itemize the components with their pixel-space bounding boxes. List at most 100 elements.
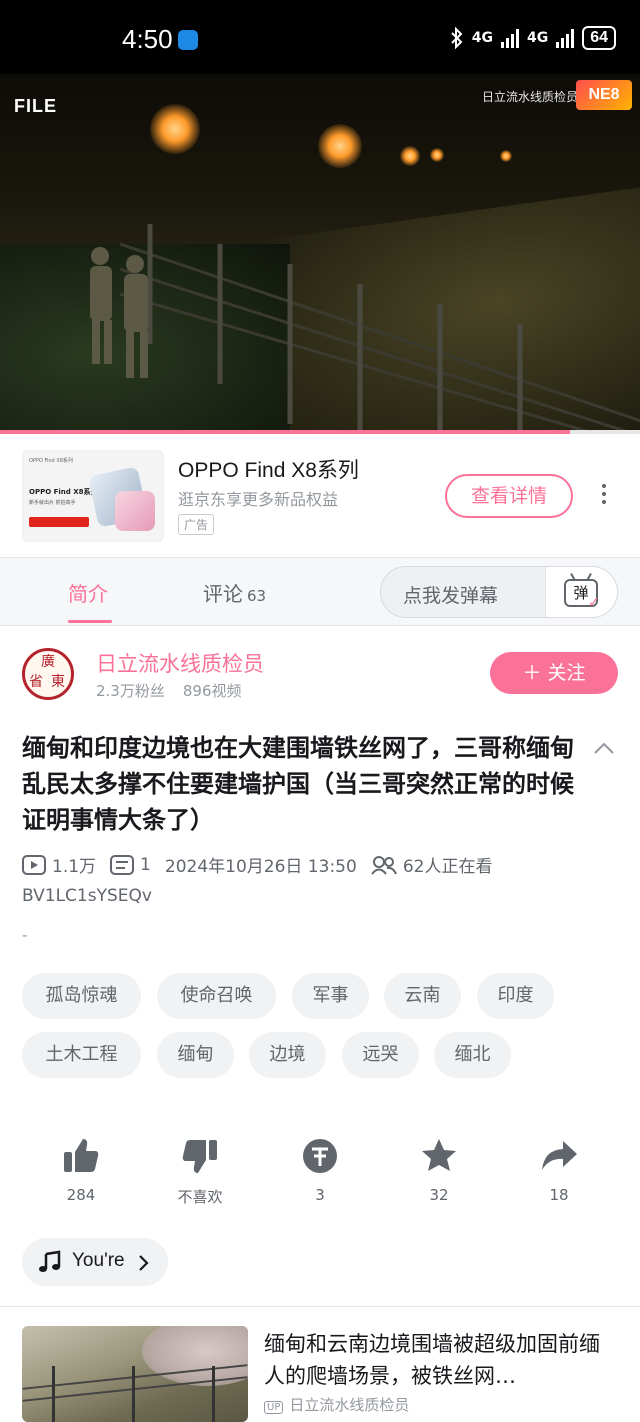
tag-pill[interactable]: 缅甸 [157,1032,234,1078]
thumbs-down-icon [182,1140,217,1173]
ad-subtitle: 逛京东享更多新品权益 [178,490,339,509]
favorite-count: 32 [429,1186,449,1204]
favorite-button[interactable]: 32 [379,1136,499,1204]
check-icon: ✓ [588,595,600,611]
tab-bar: 简介 评论 63 点我发弹幕 弹 ✓ [0,558,640,626]
follow-button[interactable]: ＋ 关注 [490,652,618,694]
tag-pill[interactable]: 远哭 [342,1032,419,1078]
ad-tag: 广告 [178,514,215,535]
tag-pill[interactable]: 缅北 [434,1032,511,1078]
video-scene-light [400,146,420,166]
bluetooth-icon [451,27,463,49]
battery-indicator: 64 [582,26,616,50]
ad-phone-image [115,491,155,531]
share-icon [542,1141,577,1170]
avatar-char: 東 [51,674,65,690]
network-type-1: 4G [471,30,493,46]
thumbs-up-icon [64,1139,99,1172]
tab-comments-label: 评论 [203,582,243,606]
section-divider [0,1306,640,1307]
recommended-video[interactable]: 缅甸和云南边境围墙被超级加固前缅人的爬墙场景，被铁丝网… UP 日立流水线质检员 [0,1318,640,1422]
network-type-2: 4G [526,30,549,46]
fans-count: 2.3万粉丝 [96,682,165,700]
danmu-input[interactable]: 点我发弹幕 弹 ✓ [380,566,618,618]
watching-count: 62人正在看 [402,857,493,877]
tag-pill[interactable]: 孤岛惊魂 [22,973,141,1019]
status-bar: 4:50 4G 4G 64 [0,0,640,74]
music-title: You're [72,1250,125,1271]
publish-date: 2024年10月26日 13:50 [164,857,357,877]
tag-pill[interactable]: 土木工程 [22,1032,141,1078]
coin-button[interactable]: 3 [260,1136,380,1204]
dislike-label: 不喜欢 [177,1188,223,1206]
video-title: 缅甸和印度边境也在大建围墙铁丝网了，三哥称缅甸乱民太多撑不住要建墙护国（当三哥突… [22,734,574,834]
app-notification-icon [178,30,198,50]
video-meta: 1.1万 1 2024年10月26日 13:50 62人正在看 [22,852,622,877]
ad-thumb-sub: 新手就出片 抓拍高手 [29,500,76,506]
music-chip[interactable]: You're [22,1238,168,1286]
author-name[interactable]: 日立流水线质检员 [96,648,264,678]
coin-count: 3 [315,1186,325,1204]
comments-count: 63 [247,587,267,605]
bvid: BV1LC1sYSEQv [22,886,152,906]
star-icon [422,1139,456,1171]
video-watermark: 日立流水线质检员 [481,90,578,104]
recommended-title[interactable]: 缅甸和云南边境围墙被超级加固前缅人的爬墙场景，被铁丝网… [264,1328,616,1392]
video-scene-light [500,150,512,162]
like-count: 284 [66,1186,96,1204]
video-count: 896视频 [182,682,242,700]
view-count: 1.1万 [52,857,97,877]
thumb-fence-post [132,1366,135,1422]
author-row: 廣 省 東 日立流水线质检员 2.3万粉丝 896视频 ＋ 关注 [0,626,640,722]
danmaku-count: 1 [140,854,151,875]
channel-logo: NE8 [576,80,632,110]
tag-pill[interactable]: 使命召唤 [157,973,276,1019]
like-button[interactable]: 284 [21,1136,141,1204]
coin-icon [303,1139,337,1173]
action-bar: 284 不喜欢 3 32 18 [0,1136,640,1216]
signal-icon-2 [556,28,575,48]
video-file-label: FILE [14,96,57,116]
recommended-author[interactable]: UP 日立流水线质检员 [264,1394,409,1415]
ad-thumb-title: OPPO Find X8系列 [29,488,98,496]
share-count: 18 [549,1186,569,1204]
ad-title[interactable]: OPPO Find X8系列 [178,454,359,484]
recommended-author-name: 日立流水线质检员 [289,1396,410,1414]
tag-pill[interactable]: 印度 [477,973,554,1019]
chevron-up-icon[interactable] [592,738,616,758]
ad-thumb-brand: OPPO Find X8系列 [29,458,73,464]
video-description: - [22,926,28,944]
avatar-char: 廣 [41,654,55,670]
more-options-icon[interactable] [596,482,612,510]
watching-icon [371,855,397,875]
chevron-right-icon [139,1255,149,1271]
tag-pill[interactable]: 军事 [292,973,369,1019]
video-scene-light [318,124,362,168]
tab-intro[interactable]: 简介 [68,578,108,607]
video-scene-light [150,104,200,154]
ad-thumbnail[interactable]: OPPO Find X8系列 OPPO Find X8系列 新手就出片 抓拍高手 [22,450,164,542]
avatar[interactable]: 廣 省 東 [22,648,74,700]
active-tab-indicator [68,620,112,623]
clock: 4:50 [122,24,173,54]
signal-icon-1 [500,28,519,48]
author-stats: 2.3万粉丝 896视频 [96,680,242,701]
thumb-fence-post [52,1366,55,1422]
video-player[interactable]: FILE 日立流水线质检员 NE8 [0,74,640,432]
ad-details-button[interactable]: 查看详情 [445,474,573,518]
video-scene-light [430,148,444,162]
tag-pill[interactable]: 云南 [384,973,461,1019]
play-count-icon [22,854,46,875]
danmu-placeholder: 点我发弹幕 [403,585,499,607]
dislike-button[interactable]: 不喜欢 [140,1136,260,1207]
ad-thumb-button [29,517,89,527]
share-button[interactable]: 18 [499,1136,619,1204]
danmaku-count-icon [110,854,135,875]
music-note-icon [39,1250,61,1272]
tag-pill[interactable]: 边境 [249,1032,326,1078]
danmu-toggle-button[interactable]: 弹 ✓ [545,567,617,617]
tab-comments[interactable]: 评论 63 [203,578,266,607]
thumb-fence-post [212,1366,215,1422]
ad-banner[interactable]: OPPO Find X8系列 OPPO Find X8系列 新手就出片 抓拍高手… [0,434,640,558]
avatar-char: 省 [29,674,43,690]
